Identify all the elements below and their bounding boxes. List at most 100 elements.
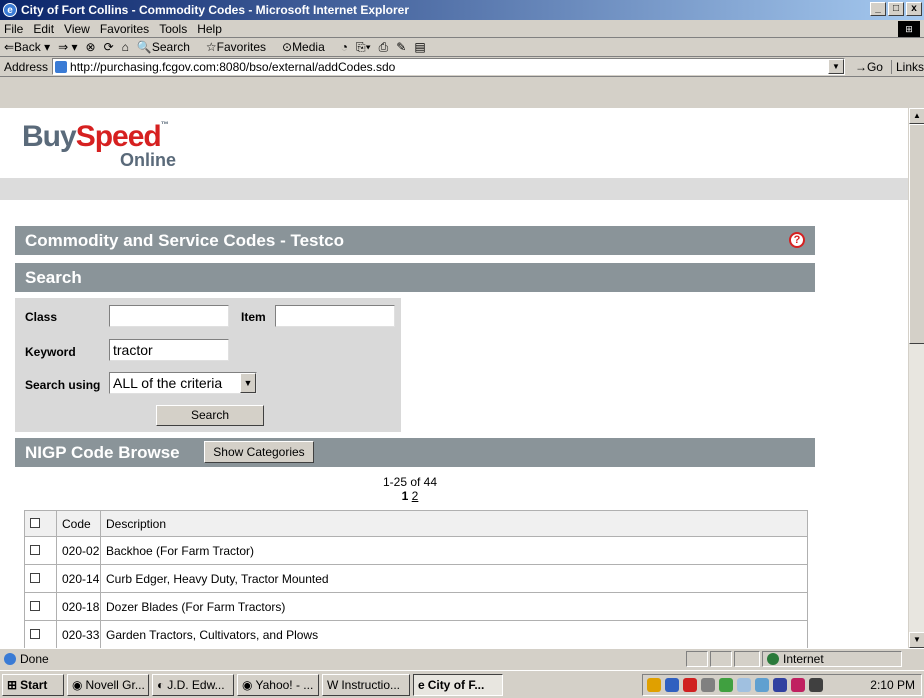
task-label: J.D. Edw...: [167, 677, 225, 692]
row-checkbox-cell[interactable]: [24, 620, 57, 649]
discuss-icon[interactable]: ▤: [414, 40, 425, 54]
globe-icon: [767, 653, 779, 665]
row-checkbox[interactable]: [30, 628, 40, 639]
task-label: Instructio...: [341, 677, 401, 692]
task-label: Novell Gr...: [85, 677, 145, 692]
messenger-icon[interactable]: [755, 678, 769, 692]
row-checkbox[interactable]: [30, 572, 40, 583]
menu-edit[interactable]: Edit: [33, 22, 54, 36]
task-city-of-fort-collins[interactable]: e City of F...: [413, 673, 503, 696]
class-input[interactable]: [109, 305, 229, 327]
edit-icon[interactable]: ✎: [396, 40, 406, 54]
row-checkbox[interactable]: [30, 600, 40, 611]
search-button[interactable]: 🔍Search: [137, 40, 198, 54]
security-icon[interactable]: [791, 678, 805, 692]
scroll-up-icon[interactable]: ▲: [909, 108, 924, 124]
row-checkbox-cell[interactable]: [24, 592, 57, 621]
zone-text: Internet: [783, 652, 824, 666]
search-header: Search: [15, 263, 815, 292]
home-icon[interactable]: ⌂: [122, 40, 129, 54]
system-tray: 2:10 PM: [642, 674, 922, 696]
menu-favorites[interactable]: Favorites: [100, 22, 149, 36]
show-categories-button[interactable]: Show Categories: [204, 441, 314, 463]
go-button[interactable]: →Go: [855, 60, 883, 74]
print-icon[interactable]: ⎙: [379, 40, 389, 55]
toolbar: ⇐Back ▾ ⇒ ▾ ⊗ ⟳ ⌂ 🔍Search ☆Favorites ⊙Me…: [0, 38, 924, 57]
menu-file[interactable]: File: [4, 22, 23, 36]
row-checkbox-cell[interactable]: [24, 536, 57, 565]
menu-help[interactable]: Help: [197, 22, 222, 36]
media-button[interactable]: ⊙Media: [282, 40, 333, 54]
browse-title: NIGP Code Browse: [25, 443, 180, 462]
row-code: 020-02: [56, 536, 101, 565]
menu-tools[interactable]: Tools: [159, 22, 187, 36]
address-dropdown-icon[interactable]: ▼: [827, 59, 844, 74]
pager-range: 1-25 of 44: [382, 475, 438, 489]
table-row: 020-14 Curb Edger, Heavy Duty, Tractor M…: [24, 564, 808, 593]
magnifier-icon[interactable]: [809, 678, 823, 692]
close-button[interactable]: x: [906, 2, 922, 16]
address-input[interactable]: http://purchasing.fcgov.com:8080/bso/ext…: [52, 58, 845, 75]
row-checkbox[interactable]: [30, 544, 40, 555]
task-label: Yahoo! - ...: [255, 677, 314, 692]
history-icon[interactable]: ◔: [341, 40, 348, 54]
table-row: 020-02 Backhoe (For Farm Tractor): [24, 536, 808, 565]
task-yahoo[interactable]: ◉ Yahoo! - ...: [237, 673, 319, 696]
links-button[interactable]: Links: [890, 59, 924, 74]
pager-page-2[interactable]: 2: [412, 489, 419, 503]
table-row: 020-33 Garden Tractors, Cultivators, and…: [24, 620, 808, 649]
search-submit-button[interactable]: Search: [156, 405, 264, 426]
row-code: 020-18: [56, 592, 101, 621]
task-jde[interactable]: ◐ J.D. Edw...: [152, 673, 234, 696]
mail-icon[interactable]: ⎘▾: [356, 40, 371, 55]
network-icon[interactable]: [665, 678, 679, 692]
media-button-label: Media: [292, 40, 325, 54]
speaker-icon[interactable]: [647, 678, 661, 692]
shield-icon[interactable]: [773, 678, 787, 692]
novell-n-icon[interactable]: [683, 678, 697, 692]
logo-tm: ™: [160, 120, 169, 129]
select-all-header[interactable]: [24, 510, 57, 537]
forward-button[interactable]: ⇒ ▾: [58, 40, 77, 54]
codes-table: Code Description 020-02 Backhoe (For Far…: [24, 510, 808, 649]
window-title-bar: e City of Fort Collins - Commodity Codes…: [0, 0, 924, 20]
sync-icon[interactable]: [737, 678, 751, 692]
stop-icon[interactable]: ⊗: [86, 40, 96, 54]
buyspeed-logo: BuySpeed™ Online: [22, 120, 176, 170]
search-using-label: Search using: [25, 378, 101, 392]
status-cell: [710, 651, 732, 667]
start-button[interactable]: ⊞ Start: [2, 673, 64, 696]
chevron-down-icon[interactable]: ▼: [240, 373, 256, 393]
scroll-down-icon[interactable]: ▼: [909, 632, 924, 648]
task-label: City of F...: [427, 677, 485, 692]
browse-header: NIGP Code Browse Show Categories: [15, 438, 815, 467]
task-novell[interactable]: ◉ Novell Gr...: [67, 673, 149, 696]
refresh-icon[interactable]: ⟳: [104, 40, 114, 54]
windows-logo-icon: ⊞: [898, 21, 920, 37]
minimize-button[interactable]: _: [870, 2, 886, 16]
vertical-scrollbar[interactable]: ▲ ▼: [908, 108, 924, 648]
word-icon: W: [327, 677, 339, 692]
row-checkbox-cell[interactable]: [24, 564, 57, 593]
address-bar: Address http://purchasing.fcgov.com:8080…: [0, 57, 924, 77]
scroll-thumb[interactable]: [909, 124, 924, 344]
maximize-button[interactable]: □: [888, 2, 904, 16]
help-icon[interactable]: ?: [789, 232, 805, 248]
task-instructions[interactable]: W Instructio...: [322, 673, 410, 696]
page-done-icon: [4, 652, 16, 665]
taskbar: ⊞ Start ◉ Novell Gr... ◐ J.D. Edw... ◉ Yaho…: [0, 670, 924, 698]
keyword-input[interactable]: tractor: [109, 339, 229, 361]
row-description: Garden Tractors, Cultivators, and Plows: [100, 620, 808, 649]
status-cell: [686, 651, 708, 667]
antivirus-icon[interactable]: [719, 678, 733, 692]
windows-flag-icon: ⊞: [7, 677, 18, 692]
search-using-select[interactable]: ALL of the criteria ▼: [109, 372, 257, 394]
item-input[interactable]: [275, 305, 395, 327]
printer-icon[interactable]: [701, 678, 715, 692]
select-all-checkbox[interactable]: [30, 517, 40, 528]
back-button[interactable]: ⇐Back ▾: [4, 40, 50, 54]
clock: 2:10 PM: [870, 678, 915, 692]
favorites-button[interactable]: ☆Favorites: [206, 40, 274, 54]
menu-view[interactable]: View: [64, 22, 90, 36]
status-text: Done: [20, 651, 49, 666]
